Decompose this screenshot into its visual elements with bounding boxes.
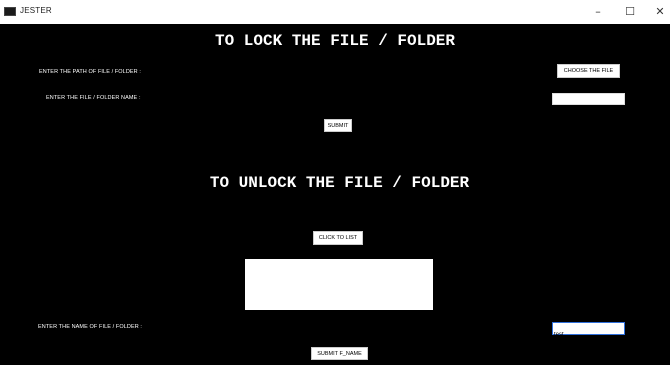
lock-name-field[interactable] [552,93,625,111]
unlock-name-input[interactable] [553,329,624,341]
unlock-name-field[interactable] [552,322,625,341]
unlock-submit-button[interactable]: SUBMIT F_NAME [311,347,368,360]
lock-name-input[interactable] [553,101,624,111]
lock-path-label: ENTER THE PATH OF FILE / FOLDER : [39,69,142,75]
maximize-button[interactable]: ☐ [617,2,643,22]
list-button[interactable]: CLICK TO LIST [313,231,363,245]
lock-name-label: ENTER THE FILE / FOLDER NAME : [46,95,141,101]
unlock-name-label: ENTER THE NAME OF FILE / FOLDER : [38,324,143,330]
choose-file-button[interactable]: CHOOSE THE FILE [557,64,620,78]
close-button[interactable]: ✕ [647,2,670,22]
lock-submit-button[interactable]: SUBMIT [324,119,352,132]
minimize-button[interactable]: – [585,2,611,22]
title-bar: JESTER – ☐ ✕ [0,0,670,24]
main-content: TO LOCK THE FILE / FOLDER ENTER THE PATH… [0,24,670,365]
file-listbox[interactable] [245,259,433,310]
unlock-heading: TO UNLOCK THE FILE / FOLDER [209,174,470,192]
window-title: JESTER [20,6,52,15]
app-icon [4,7,16,16]
lock-heading: TO LOCK THE FILE / FOLDER [214,32,456,50]
